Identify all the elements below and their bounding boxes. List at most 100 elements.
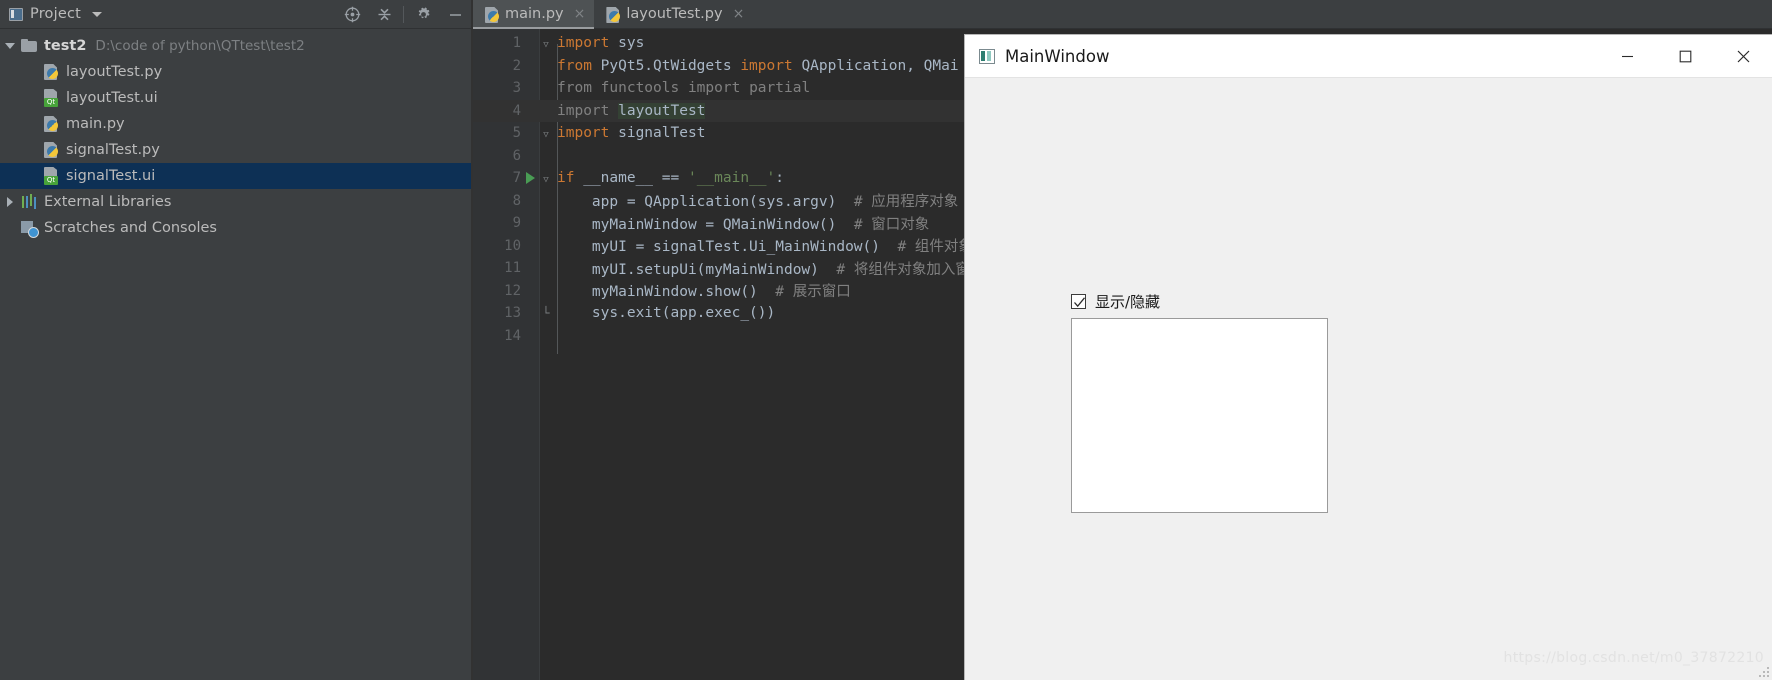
project-panel-header: Project (0, 0, 471, 29)
tree-item-signaltest-py[interactable]: signalTest.py (0, 137, 471, 163)
python-file-icon (42, 115, 60, 133)
qt-maximize-button[interactable] (1656, 35, 1714, 77)
editor-tab-label: layoutTest.py (626, 6, 723, 22)
code-text: import sys (553, 35, 644, 51)
qt-ui-file-icon (42, 89, 60, 107)
editor-tab-label: main.py (505, 6, 564, 22)
libraries-icon (20, 193, 38, 211)
code-token: # 将组件对象加入窗口 (836, 261, 985, 278)
code-token: myMainWindow = QMainWindow() (557, 216, 854, 233)
code-fold-icon[interactable] (539, 36, 553, 50)
code-token: layoutTest (618, 102, 706, 119)
tree-item-label: layoutTest.ui (66, 90, 158, 106)
code-text: import signalTest (553, 125, 705, 141)
code-token: myMainWindow.show() (557, 284, 776, 301)
scratches-icon (20, 219, 39, 238)
project-panel-title-group[interactable]: Project (0, 6, 103, 22)
minimize-icon[interactable] (439, 0, 471, 29)
line-number: 2 (512, 57, 521, 74)
editor-tab-layouttest-py[interactable]: layoutTest.py × (594, 0, 753, 28)
line-number: 11 (504, 260, 521, 277)
code-token: import (740, 57, 793, 74)
code-token: signalTest (609, 125, 706, 142)
line-number: 8 (512, 192, 521, 209)
editor-tab-main-py[interactable]: main.py × (473, 0, 595, 29)
qt-app-icon (979, 48, 995, 64)
code-token: sys.exit(app.exec_()) (557, 305, 776, 322)
tree-item-signaltest-ui[interactable]: signalTest.ui (0, 163, 471, 189)
line-number: 5 (512, 125, 521, 142)
show-hide-checkbox[interactable] (1071, 294, 1086, 309)
code-token: app = QApplication(sys.argv) (557, 194, 854, 211)
qt-ui-file-icon (42, 167, 60, 185)
code-token: from (557, 80, 592, 97)
code-token: functools (591, 80, 688, 97)
code-token: myUI = signalTest.Ui_MainWindow() (557, 239, 898, 256)
code-token: : (775, 170, 785, 187)
python-file-icon (42, 63, 60, 81)
triangle-right-icon[interactable] (0, 197, 20, 207)
line-number: 13 (504, 305, 521, 322)
tree-item-layouttest-py[interactable]: layoutTest.py (0, 59, 471, 85)
show-hide-checkbox-label: 显示/隐藏 (1095, 293, 1161, 311)
qt-close-button[interactable] (1714, 35, 1772, 77)
qt-main-window[interactable]: MainWindow 显示/隐藏 https://blog.csdn.net/m… (965, 35, 1772, 680)
python-file-icon (604, 6, 621, 22)
tree-item-label: External Libraries (44, 194, 172, 210)
code-text: app = QApplication(sys.argv) # 应用程序对象 (553, 190, 958, 211)
tree-item-scratches-and-consoles[interactable]: Scratches and Consoles (0, 215, 471, 241)
collapse-all-icon[interactable] (368, 0, 400, 29)
code-text: if __name__ == '__main__': (553, 170, 784, 186)
locate-icon[interactable] (336, 0, 368, 29)
code-token: import (557, 35, 610, 52)
close-icon[interactable]: × (733, 7, 745, 21)
tree-item-label: layoutTest.py (66, 64, 163, 80)
project-tree[interactable]: test2 D:\code of python\QTtest\test2 layou… (0, 29, 471, 680)
project-window-icon (9, 7, 23, 21)
code-fold-icon[interactable] (539, 306, 553, 320)
run-gutter-icon[interactable] (521, 172, 539, 185)
line-number: 4 (512, 102, 521, 119)
line-number: 14 (504, 327, 521, 344)
tree-item-test2[interactable]: test2 D:\code of python\QTtest\test2 (0, 33, 471, 59)
code-fold-icon[interactable] (539, 126, 553, 140)
chevron-down-icon[interactable] (92, 11, 103, 17)
code-text: myUI.setupUi(myMainWindow) # 将组件对象加入窗口 (553, 258, 984, 279)
code-token: import (557, 125, 610, 142)
resize-grip[interactable] (1757, 665, 1769, 677)
python-file-icon (42, 141, 60, 159)
code-token: # 应用程序对象 (853, 194, 959, 211)
code-fold-icon[interactable] (539, 171, 553, 185)
code-text: sys.exit(app.exec_()) (553, 305, 775, 321)
project-panel-title: Project (30, 6, 82, 22)
code-token: myUI.setupUi(myMainWindow) (557, 261, 837, 278)
show-hide-checkbox-row[interactable]: 显示/隐藏 (1071, 291, 1160, 312)
code-text: from PyQt5.QtWidgets import QApplication… (553, 58, 959, 74)
qt-title-bar[interactable]: MainWindow (965, 35, 1772, 78)
line-number: 9 (512, 215, 521, 232)
tree-item-label: signalTest.py (66, 142, 160, 158)
tree-item-label: signalTest.ui (66, 168, 156, 184)
code-text: from functools import partial (553, 80, 810, 96)
tree-item-label: main.py (66, 116, 125, 132)
line-number: 1 (512, 35, 521, 52)
toolbar-divider (403, 5, 404, 23)
text-edit-box[interactable] (1071, 318, 1328, 513)
triangle-down-icon[interactable] (0, 43, 20, 49)
tree-item-layouttest-ui[interactable]: layoutTest.ui (0, 85, 471, 111)
code-token: # 展示窗口 (775, 284, 851, 301)
code-token: from (557, 57, 592, 74)
checkmark-icon (1074, 297, 1086, 308)
qt-window-body: 显示/隐藏 https://blog.csdn.net/m0_37872210 (965, 78, 1772, 680)
code-text: import layoutTest (553, 102, 706, 119)
code-text: myMainWindow = QMainWindow() # 窗口对象 (553, 213, 929, 234)
tree-item-external-libraries[interactable]: External Libraries (0, 189, 471, 215)
tree-item-main-py[interactable]: main.py (0, 111, 471, 137)
tree-item-label: Scratches and Consoles (44, 220, 217, 236)
qt-minimize-button[interactable] (1598, 35, 1656, 77)
qt-window-title: MainWindow (1005, 46, 1110, 66)
code-token: PyQt5.QtWidgets (591, 57, 741, 74)
code-text: myUI = signalTest.Ui_MainWindow() # 组件对象 (553, 235, 973, 256)
close-icon[interactable]: × (574, 7, 586, 21)
gear-icon[interactable] (407, 0, 439, 29)
